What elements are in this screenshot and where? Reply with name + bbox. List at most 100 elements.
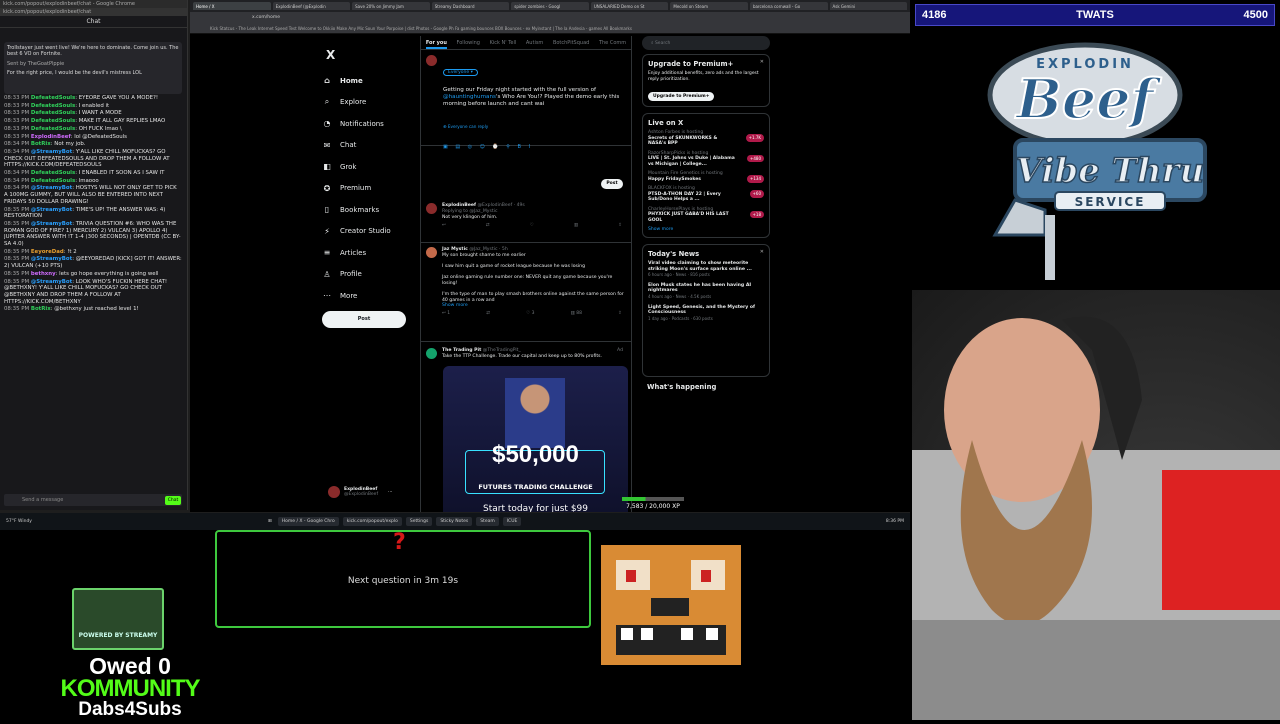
weather-widget[interactable]: 57°F Windy: [6, 519, 32, 524]
timeline-tab[interactable]: Kick N' Tell: [490, 40, 517, 49]
live-item[interactable]: Mountain Fire Genetics is hosting Happy F…: [648, 171, 764, 183]
sidebar-item-articles[interactable]: ≡ Articles: [320, 242, 410, 264]
show-more-link[interactable]: Show more: [442, 303, 627, 309]
browser-tab[interactable]: barcelona cornwall - Go: [749, 2, 828, 10]
chat-username[interactable]: @StreamyBot: [31, 256, 72, 262]
news-item[interactable]: Viral video claiming to show meteorite s…: [648, 261, 764, 278]
live-item[interactable]: CharleyHorsePlays is hosting PHYXICK JUST…: [648, 207, 764, 224]
retweet-icon[interactable]: ⇄: [486, 223, 490, 229]
tweet-author[interactable]: ExplodinBeef: [442, 203, 476, 208]
browser-tab[interactable]: Mecold on Steam: [670, 2, 748, 10]
sidebar-item-notifications[interactable]: ◔ Notifications: [320, 113, 410, 135]
browser-tab[interactable]: Save 20% on Jimmy Jam: [352, 2, 430, 10]
taskbar-item[interactable]: Sticky Notes: [436, 517, 473, 526]
timeline-tab[interactable]: Following: [457, 40, 480, 49]
post-composer[interactable]: Everyone ▾ Getting our Friday night star…: [421, 51, 631, 150]
share-icon[interactable]: ⇪: [618, 311, 622, 317]
close-icon[interactable]: ✕: [760, 249, 764, 255]
chat-username[interactable]: DefeatedSouls: [31, 170, 75, 176]
browser-tab[interactable]: Streamy Dashboard: [431, 2, 510, 10]
like-icon[interactable]: ♡ 3: [526, 311, 534, 317]
reply-icon[interactable]: ↩: [442, 223, 446, 229]
chat-username[interactable]: EeyoreDad: [31, 249, 64, 255]
chat-username[interactable]: DefeatedSouls: [31, 110, 75, 116]
tweet-author[interactable]: Jaz Mystic: [442, 247, 468, 252]
chat-username[interactable]: DefeatedSouls: [31, 95, 75, 101]
chat-username[interactable]: @StreamyBot: [31, 185, 72, 191]
chat-username[interactable]: @StreamyBot: [31, 221, 72, 227]
composer-text[interactable]: Getting our Friday night started with th…: [443, 87, 625, 108]
chat-username[interactable]: @StreamyBot: [31, 149, 72, 155]
sidebar-item-explore[interactable]: ⌕ Explore: [320, 92, 410, 114]
chat-username[interactable]: ExplodinBeef: [31, 134, 71, 140]
sidebar-item-home[interactable]: ⌂ Home: [320, 70, 410, 92]
sidebar-item-creator-studio[interactable]: ⚡ Creator Studio: [320, 221, 410, 243]
chat-username[interactable]: @StreamyBot: [31, 207, 72, 213]
chat-send-button[interactable]: Chat: [165, 496, 181, 505]
sidebar-item-premium[interactable]: ✪ Premium: [320, 178, 410, 200]
chat-username[interactable]: BotRix: [31, 306, 51, 312]
chat-username[interactable]: DefeatedSouls: [31, 118, 75, 124]
browser-tab[interactable]: Ask Gemini: [829, 2, 908, 10]
upgrade-button[interactable]: Upgrade to Premium+: [648, 92, 715, 101]
live-item[interactable]: Ashton Forbes is hosting Secrets of SKUNK…: [648, 130, 764, 147]
timeline-tab[interactable]: Autism: [526, 40, 543, 49]
chat-username[interactable]: @StreamyBot: [31, 279, 72, 285]
search-input[interactable]: ⌕ Search: [642, 36, 770, 50]
timeline-tab[interactable]: The Comm: [599, 40, 626, 49]
taskbar-item[interactable]: Home / X - Google Chro: [277, 517, 339, 526]
browser-tab[interactable]: Home / X: [193, 2, 271, 10]
tweet[interactable]: Jaz Mystic @Jaz_Mystic · 5h My son broug…: [421, 243, 631, 342]
live-item[interactable]: RazorSharpPicks is hosting LIVE | St. Joh…: [648, 151, 764, 168]
chat-username[interactable]: DefeatedSouls: [31, 126, 75, 132]
live-item[interactable]: BLACKFOX is hosting PTSD-A-THON DAY 22 | …: [648, 186, 764, 203]
tweet-author[interactable]: The Trading Pit: [442, 348, 481, 353]
taskbar-item[interactable]: kick.com/popout/explo: [342, 517, 402, 526]
x-logo-icon[interactable]: X: [326, 48, 410, 62]
chat-username[interactable]: bethxny: [31, 271, 56, 277]
browser-tab[interactable]: ExplodinBeef (@Explodin: [272, 2, 351, 10]
timeline-tab[interactable]: BotchPitSquad: [553, 40, 589, 49]
taskbar-item[interactable]: Settings: [405, 517, 433, 526]
sidebar-item-chat[interactable]: ✉ Chat: [320, 135, 410, 157]
views-icon[interactable]: ▥ 88: [571, 311, 582, 317]
chat-url-bar[interactable]: kick.com/popout/explodinbeef/chat: [0, 8, 187, 16]
composer-toolbar[interactable]: ▣ ▤ ◎ ☺ ⌚ ⚲ B I: [443, 144, 533, 150]
browser-tab[interactable]: spider zombies - Googl: [511, 2, 589, 10]
ad-image[interactable]: $50,000 FUTURES TRADING CHALLENGE Start …: [443, 366, 628, 512]
live-show-more[interactable]: Show more: [648, 227, 764, 232]
windows-start-icon[interactable]: ⊞: [268, 519, 272, 524]
browser-tab[interactable]: UNSALARIED Demo on St: [590, 2, 669, 10]
sidebar-post-button[interactable]: Post: [322, 311, 406, 328]
close-icon[interactable]: ✕: [760, 59, 764, 65]
tweet[interactable]: ExplodinBeef @ExplodinBeef · 49s Replyin…: [421, 199, 631, 243]
chat-input[interactable]: Send a message: [4, 494, 182, 506]
composer-post-button[interactable]: Post: [601, 179, 623, 189]
views-icon[interactable]: ▥: [574, 223, 578, 229]
reply-icon[interactable]: ↩ 1: [442, 311, 450, 317]
chat-username[interactable]: BotRix: [31, 141, 51, 147]
chat-username[interactable]: DefeatedSouls: [31, 178, 75, 184]
audience-selector[interactable]: Everyone ▾: [443, 69, 478, 76]
news-item[interactable]: Elon Musk states he has been having AI n…: [648, 283, 764, 300]
chat-username[interactable]: DefeatedSouls: [31, 103, 75, 109]
sidebar-item-more[interactable]: ⋯ More: [320, 285, 410, 307]
timeline-tab[interactable]: For you: [425, 40, 447, 49]
promoted-tweet[interactable]: The Trading Pit @TheTradingPit_ Ad Take …: [421, 344, 631, 512]
news-item[interactable]: Light Speed, Genesis, and the Mystery of…: [648, 305, 764, 322]
taskbar-item[interactable]: ICUE: [502, 517, 522, 526]
sidebar-item-profile[interactable]: ♙ Profile: [320, 264, 410, 286]
taskbar-clock[interactable]: 8:36 PM: [886, 519, 904, 524]
like-icon[interactable]: ♡: [530, 223, 534, 229]
composer-mention[interactable]: @hauntinghumans: [443, 94, 496, 100]
address-bar[interactable]: x.com/home: [190, 12, 910, 24]
taskbar-item[interactable]: Steam: [476, 517, 499, 526]
bookmarks-bar[interactable]: Kick Statcus - The Leak Internet Speed T…: [190, 24, 910, 34]
account-switcher[interactable]: ExplodinBeef @ExplodinBeef ···: [328, 486, 392, 498]
reply-setting[interactable]: ⊕ Everyone can reply: [443, 124, 488, 129]
retweet-icon[interactable]: ⇄: [486, 311, 490, 317]
chat-message-list[interactable]: 08:33 PM DefeatedSouls: EYEORE GAVE YOU …: [4, 95, 182, 480]
sidebar-item-bookmarks[interactable]: ▯ Bookmarks: [320, 199, 410, 221]
share-icon[interactable]: ⇪: [618, 223, 622, 229]
sidebar-item-grok[interactable]: ◧ Grok: [320, 156, 410, 178]
